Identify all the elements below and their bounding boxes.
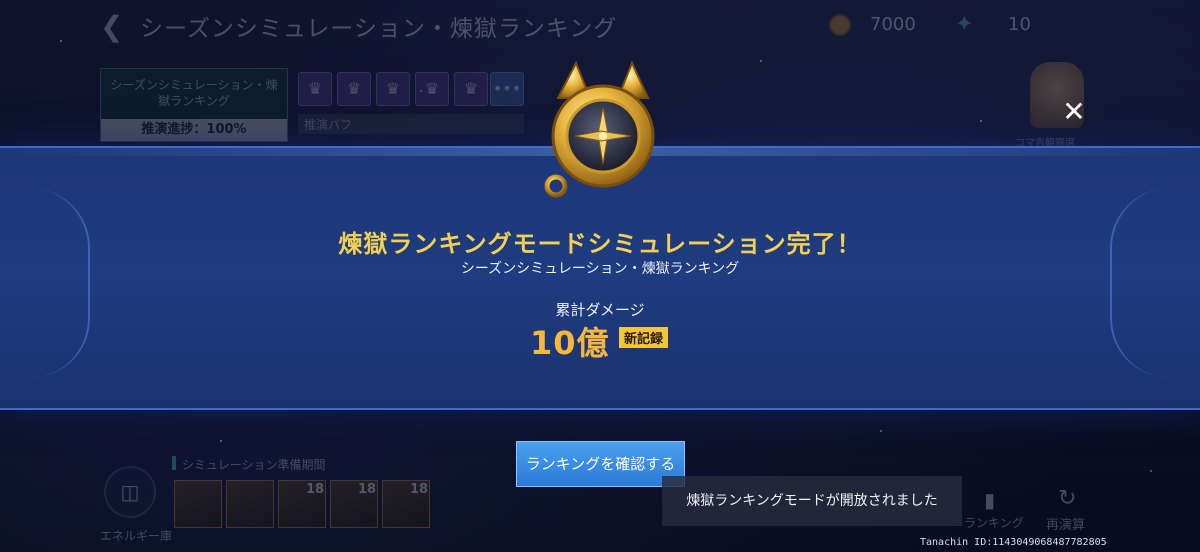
- banner-decoration-left: [0, 188, 90, 378]
- completion-subtitle: シーズンシミュレーション・煉獄ランキング: [460, 261, 740, 277]
- unlock-toast: 煉獄ランキングモードが開放されました: [662, 476, 962, 526]
- damage-label: 累計ダメージ: [555, 301, 645, 319]
- banner-decoration-right: [1110, 188, 1200, 378]
- damage-value: 10億: [530, 324, 610, 362]
- completion-title: 煉獄ランキングモードシミュレーション完了！: [338, 230, 862, 258]
- new-record-badge: 新記録: [619, 327, 669, 348]
- player-id-watermark: Tanachin ID:1143049068487782805: [920, 537, 1107, 548]
- view-ranking-button[interactable]: ランキングを確認する: [516, 441, 685, 487]
- golden-compass-icon: [544, 60, 655, 198]
- close-icon[interactable]: ✕: [1058, 96, 1090, 128]
